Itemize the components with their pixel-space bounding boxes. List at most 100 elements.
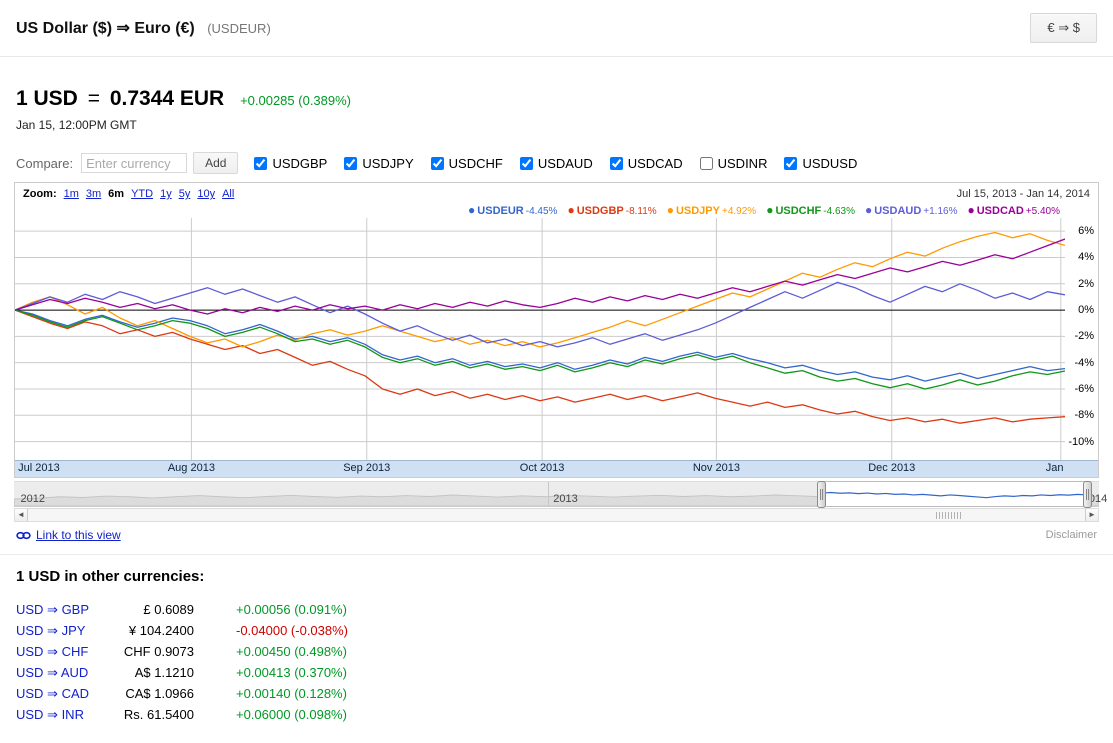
selection-mini-chart — [822, 482, 1087, 506]
compare-label: Compare: — [16, 156, 73, 171]
x-axis-labels: Jul 2013Aug 2013Sep 2013Oct 2013Nov 2013… — [15, 462, 1065, 477]
pair-value: Rs. 61.5400 — [104, 707, 194, 722]
legend-item-USDCHF: ●USDCHF-4.63% — [766, 203, 855, 217]
other-currencies-title: 1 USD in other currencies: — [16, 568, 1097, 585]
zoom-option-3m[interactable]: 3m — [86, 188, 101, 200]
chart-toolbar: Zoom: 1m 3m 6m YTD 1y 5y 10y All Jul 15, 2013 - … — [15, 183, 1098, 201]
selection-window[interactable] — [821, 481, 1088, 507]
legend-series-name: USDEUR — [477, 205, 523, 217]
currency-row: USD ⇒ INRRs. 61.5400 +0.06000 (0.098%) — [16, 704, 1097, 725]
compare-checkbox-USDCAD[interactable] — [610, 157, 623, 170]
pair-change: +0.06000 (0.098%) — [236, 707, 347, 722]
add-currency-button[interactable]: Add — [193, 152, 238, 174]
plot-area — [15, 218, 1065, 460]
year-boundary-line — [548, 482, 549, 506]
zoom-option-All[interactable]: All — [222, 188, 234, 200]
compare-checkbox-USDCHF[interactable] — [431, 157, 444, 170]
compare-checkbox-USDAUD[interactable] — [520, 157, 533, 170]
compare-checkbox-USDINR[interactable] — [700, 157, 713, 170]
zoom-option-YTD[interactable]: YTD — [131, 188, 153, 200]
zoom-option-1y[interactable]: 1y — [160, 188, 172, 200]
equals-sign: = — [88, 87, 100, 110]
selection-line — [822, 493, 1087, 498]
currency-row: USD ⇒ GBP£ 0.6089 +0.00056 (0.091%) — [16, 599, 1097, 620]
x-axis-label: Jul 2013 — [18, 462, 60, 474]
legend-bullet-icon: ● — [567, 203, 574, 217]
compare-checkbox-USDUSD[interactable] — [784, 157, 797, 170]
chart-legend: ●USDEUR-4.45%●USDGBP-8.11%●USDJPY+4.92%●… — [15, 201, 1098, 218]
legend-item-USDEUR: ●USDEUR-4.45% — [468, 203, 557, 217]
legend-bullet-icon: ● — [865, 203, 872, 217]
pair-link[interactable]: USD ⇒ INR — [16, 707, 104, 723]
compare-item-label: USDUSD — [802, 156, 857, 171]
compare-item-USDCHF[interactable]: USDCHF — [431, 156, 503, 171]
year-label-2012: 2012 — [21, 493, 45, 505]
legend-series-name: USDAUD — [874, 205, 921, 217]
compare-item-USDUSD[interactable]: USDUSD — [784, 156, 857, 171]
pair-value: £ 0.6089 — [104, 602, 194, 617]
compare-item-USDGBP[interactable]: USDGBP — [254, 156, 327, 171]
zoom-option-5y[interactable]: 5y — [179, 188, 191, 200]
title-group: US Dollar ($) ⇒ Euro (€) (USDEUR) — [16, 18, 271, 38]
legend-bullet-icon: ● — [468, 203, 475, 217]
compare-item-USDCAD[interactable]: USDCAD — [610, 156, 683, 171]
legend-series-change: -4.45% — [526, 206, 558, 217]
link-to-view-label: Link to this view — [36, 528, 121, 542]
legend-series-name: USDGBP — [577, 205, 624, 217]
quote-change: +0.00285 (0.389%) — [240, 93, 351, 108]
compare-checkbox-USDGBP[interactable] — [254, 157, 267, 170]
zoom-option-1m[interactable]: 1m — [64, 188, 79, 200]
range-handle-left[interactable] — [817, 481, 826, 508]
pair-change: +0.00056 (0.091%) — [236, 602, 347, 617]
pair-change: -0.04000 (-0.038%) — [236, 623, 348, 638]
series-line-USDJPY[interactable] — [15, 233, 1065, 347]
chart-footer: Link to this view Disclaimer — [16, 528, 1097, 542]
quote-base-amount: 1 USD — [16, 87, 78, 110]
compare-currency-input[interactable] — [81, 153, 187, 173]
compare-checkbox-USDJPY[interactable] — [344, 157, 357, 170]
scroll-right-button[interactable]: ► — [1085, 509, 1098, 521]
series-line-USDCHF[interactable] — [15, 310, 1065, 389]
zoom-option-6m[interactable]: 6m — [108, 188, 124, 200]
legend-series-name: USDCAD — [977, 205, 1024, 217]
series-line-USDCAD[interactable] — [15, 239, 1065, 314]
legend-series-change: -4.63% — [823, 206, 855, 217]
pair-link[interactable]: USD ⇒ CAD — [16, 686, 104, 702]
quote-timestamp: Jan 15, 12:00PM GMT — [16, 118, 1097, 132]
scrubber-scrollbar[interactable]: ◄ ► — [14, 508, 1099, 522]
series-line-USDGBP[interactable] — [15, 310, 1065, 423]
compare-item-USDAUD[interactable]: USDAUD — [520, 156, 593, 171]
y-axis-label: 4% — [1078, 251, 1094, 263]
year-label-2013: 2013 — [553, 493, 577, 505]
disclaimer-link[interactable]: Disclaimer — [1046, 529, 1097, 541]
currency-row: USD ⇒ CADCA$ 1.0966+0.00140 (0.128%) — [16, 683, 1097, 704]
compare-item-label: USDJPY — [362, 156, 413, 171]
link-to-this-view[interactable]: Link to this view — [16, 528, 121, 542]
compare-item-label: USDINR — [718, 156, 768, 171]
pair-link[interactable]: USD ⇒ CHF — [16, 644, 104, 660]
quote-section: 1 USD = 0.7344 EUR +0.00285 (0.389%) Jan… — [0, 57, 1113, 132]
series-line-USDAUD[interactable] — [15, 282, 1065, 347]
main-chart[interactable] — [15, 218, 1065, 460]
scroll-left-button[interactable]: ◄ — [15, 509, 28, 521]
swap-currencies-button[interactable]: € ⇒ $ — [1030, 13, 1097, 43]
legend-series-change: +5.40% — [1026, 206, 1060, 217]
scrollbar-grip[interactable] — [936, 512, 962, 519]
pair-link[interactable]: USD ⇒ GBP — [16, 602, 104, 618]
compare-item-USDJPY[interactable]: USDJPY — [344, 156, 413, 171]
compare-item-USDINR[interactable]: USDINR — [700, 156, 768, 171]
zoom-label: Zoom: — [23, 188, 57, 200]
x-axis-label: Sep 2013 — [343, 462, 390, 474]
zoom-option-10y[interactable]: 10y — [197, 188, 215, 200]
pair-change: +0.00450 (0.498%) — [236, 644, 347, 659]
chart-date-range: Jul 15, 2013 - Jan 14, 2014 — [957, 188, 1090, 200]
x-axis-label: Jan — [1046, 462, 1064, 474]
chain-link-icon — [16, 531, 31, 540]
pair-link[interactable]: USD ⇒ AUD — [16, 665, 104, 681]
pair-link[interactable]: USD ⇒ JPY — [16, 623, 104, 639]
legend-series-change: +4.92% — [722, 206, 756, 217]
range-handle-right[interactable] — [1083, 481, 1092, 508]
currency-row: USD ⇒ JPY¥ 104.2400-0.04000 (-0.038%) — [16, 620, 1097, 641]
chart-panel: Zoom: 1m 3m 6m YTD 1y 5y 10y All Jul 15, 2013 - … — [14, 182, 1099, 478]
compare-item-label: USDAUD — [538, 156, 593, 171]
